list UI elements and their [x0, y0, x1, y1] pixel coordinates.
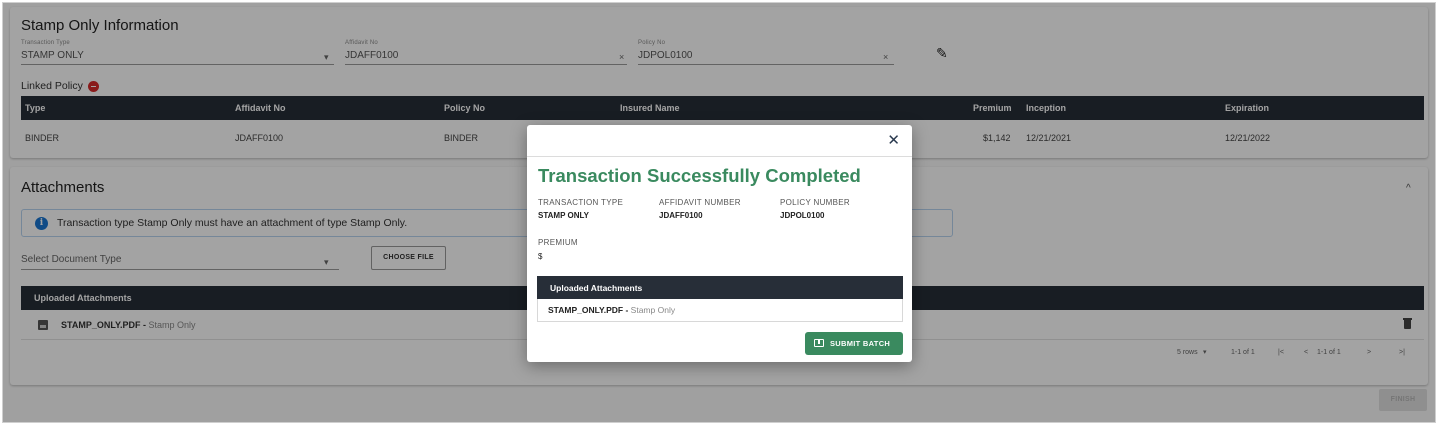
page: Stamp Only Information Transaction Type …: [2, 2, 1436, 423]
modal-uploaded-header: Uploaded Attachments: [537, 276, 903, 299]
list-item: STAMP_ONLY.PDF - Stamp Only: [537, 299, 903, 322]
upload-folder-icon: [814, 339, 824, 347]
premium-label: PREMIUM: [538, 238, 578, 247]
premium-value: $: [538, 252, 543, 261]
modal-divider: [527, 156, 912, 157]
transaction-type-value: STAMP ONLY: [538, 211, 589, 220]
modal-uploaded-title: Uploaded Attachments: [550, 283, 643, 293]
submit-batch-label: SUBMIT BATCH: [830, 339, 891, 348]
transaction-type-label: TRANSACTION TYPE: [538, 198, 624, 207]
submit-batch-button[interactable]: SUBMIT BATCH: [805, 332, 903, 355]
affidavit-number-label: AFFIDAVIT NUMBER: [659, 198, 741, 207]
modal-title: Transaction Successfully Completed: [538, 165, 861, 186]
policy-number-value: JDPOL0100: [780, 211, 825, 220]
close-icon[interactable]: ✕: [887, 133, 900, 148]
policy-number-label: POLICY NUMBER: [780, 198, 850, 207]
modal-file-name: STAMP_ONLY.PDF: [548, 305, 624, 315]
affidavit-number-value: JDAFF0100: [659, 211, 703, 220]
modal-attachment: STAMP_ONLY.PDF - Stamp Only: [548, 305, 676, 315]
modal-file-type: Stamp Only: [630, 305, 676, 315]
success-dialog: ✕ Transaction Successfully Completed TRA…: [527, 125, 912, 362]
